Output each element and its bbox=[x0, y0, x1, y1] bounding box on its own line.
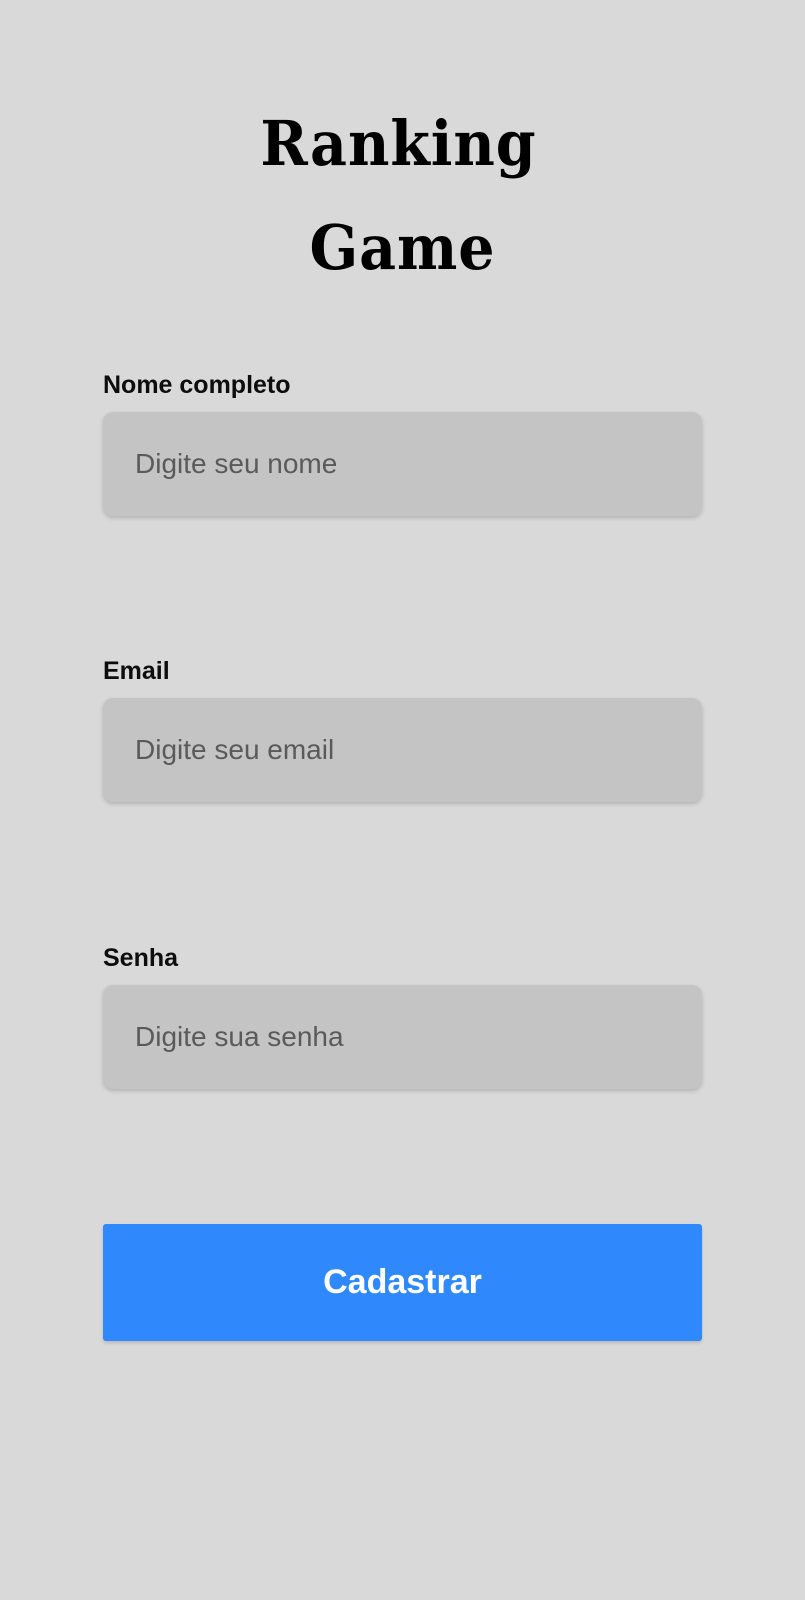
name-input[interactable] bbox=[103, 412, 702, 516]
password-label: Senha bbox=[103, 944, 179, 972]
logo-line-game: Game bbox=[309, 211, 496, 284]
app-logo: Ranking Game bbox=[0, 92, 805, 300]
email-label: Email bbox=[103, 657, 170, 685]
name-label: Nome completo bbox=[103, 371, 291, 399]
logo-line-ranking: Ranking bbox=[260, 107, 537, 180]
email-input[interactable] bbox=[103, 698, 702, 802]
register-button[interactable]: Cadastrar bbox=[103, 1224, 702, 1341]
password-input[interactable] bbox=[103, 985, 702, 1089]
